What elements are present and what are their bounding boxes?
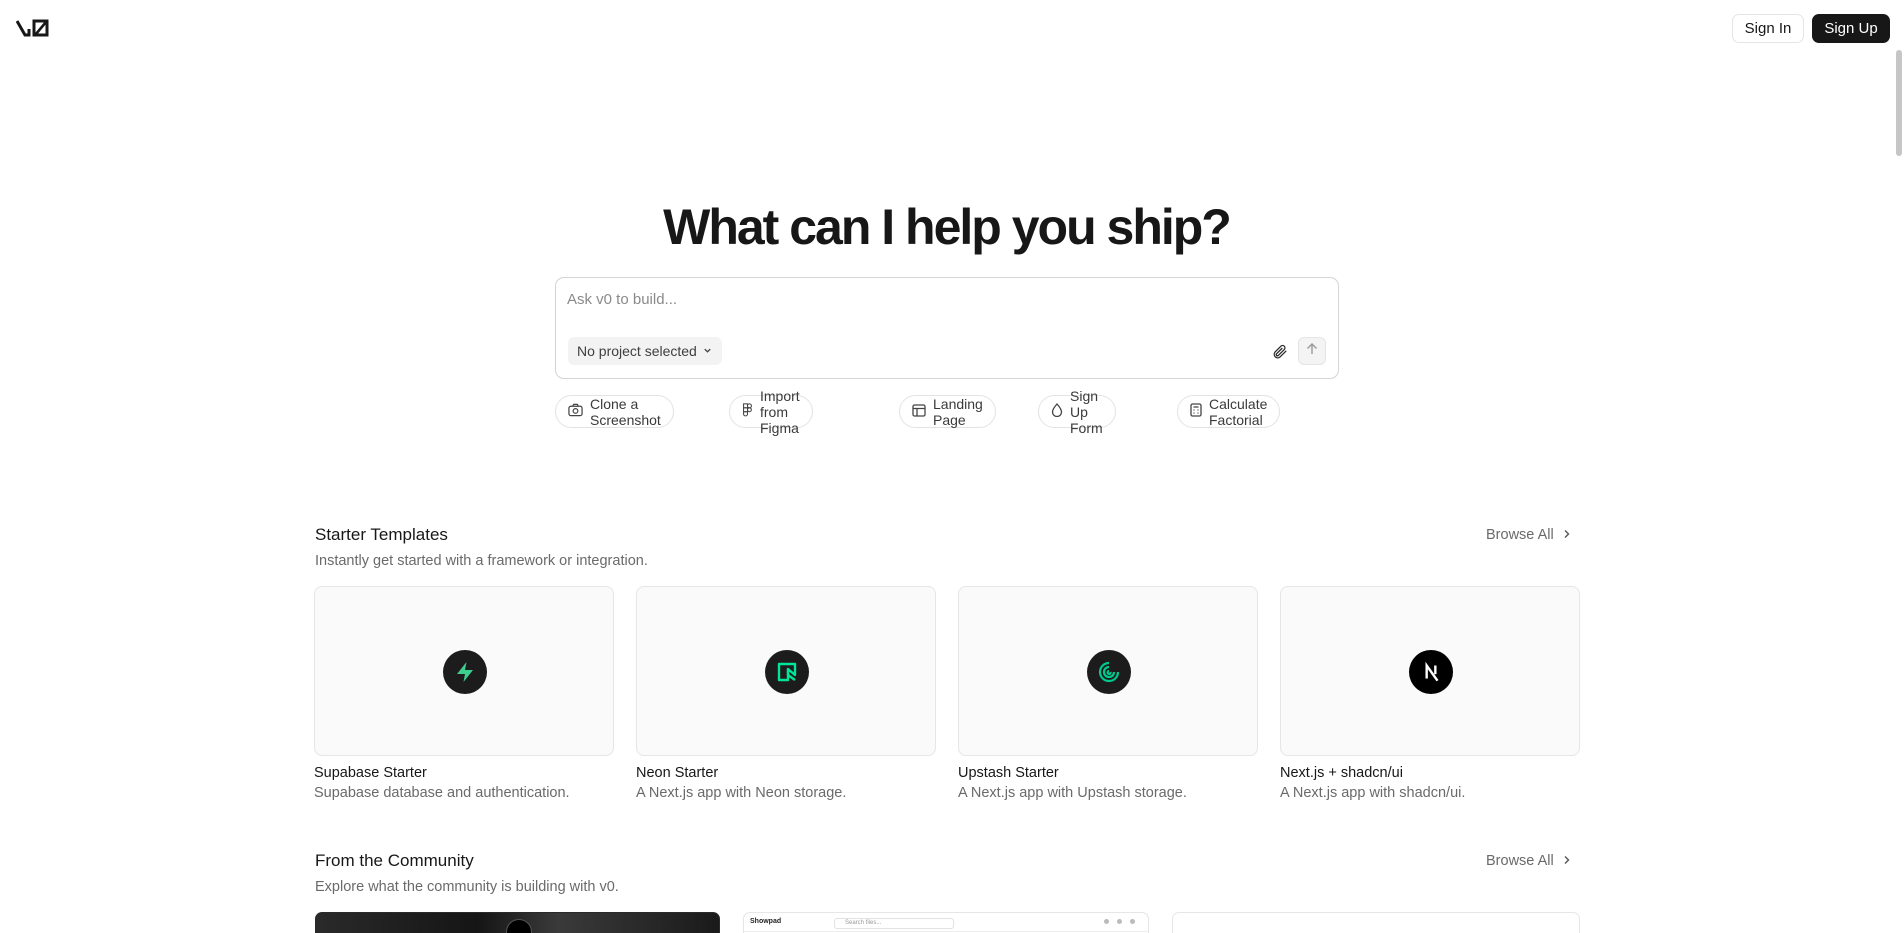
droplet-icon xyxy=(1051,403,1063,420)
chevron-right-icon xyxy=(1562,527,1571,543)
template-desc: A Next.js app with Upstash storage. xyxy=(958,785,1187,801)
preview-search: Search files... xyxy=(834,918,954,929)
chevron-down-icon xyxy=(702,343,713,359)
section-title-community: From the Community xyxy=(315,851,474,870)
section-title-starter: Starter Templates xyxy=(315,525,448,544)
top-navbar: Sign In Sign Up xyxy=(0,0,1904,56)
template-desc: A Next.js app with shadcn/ui. xyxy=(1280,785,1466,801)
chip-label: Calculate Factorial xyxy=(1209,395,1268,428)
community-card-preview[interactable]: Showpad Search files... xyxy=(743,912,1149,933)
browse-all-label: Browse All xyxy=(1486,527,1554,543)
preview-toolbar-icons xyxy=(1104,919,1135,924)
community-card-preview[interactable] xyxy=(315,912,720,933)
arrow-up-icon xyxy=(1305,342,1319,361)
template-card-upstash[interactable] xyxy=(958,586,1258,756)
sign-up-button[interactable]: Sign Up xyxy=(1812,14,1890,43)
preview-app-name: Showpad xyxy=(750,918,782,925)
neon-icon xyxy=(765,650,809,694)
browse-all-starter-link[interactable]: Browse All xyxy=(1486,527,1571,543)
figma-icon xyxy=(742,403,753,420)
upstash-icon xyxy=(1087,650,1131,694)
chip-calculate-factorial[interactable]: Calculate Factorial xyxy=(1177,395,1281,428)
avatar xyxy=(506,919,532,933)
sign-in-button[interactable]: Sign In xyxy=(1732,14,1804,43)
project-select-dropdown[interactable]: No project selected xyxy=(568,337,722,365)
camera-icon xyxy=(568,403,583,420)
layout-icon xyxy=(912,403,926,420)
chip-label: Import from Figma xyxy=(760,387,800,436)
browse-all-label: Browse All xyxy=(1486,853,1554,869)
chip-import-figma[interactable]: Import from Figma xyxy=(729,388,813,436)
section-subtitle-community: Explore what the community is building w… xyxy=(315,879,619,895)
chip-clone-screenshot[interactable]: Clone a Screenshot xyxy=(555,395,674,428)
prompt-input[interactable] xyxy=(567,288,1267,310)
project-select-label: No project selected xyxy=(577,343,697,359)
template-card-nextjs[interactable] xyxy=(1280,586,1580,756)
page-scrollbar-thumb[interactable] xyxy=(1896,50,1902,156)
template-name[interactable]: Supabase Starter xyxy=(314,765,427,781)
supabase-icon xyxy=(443,650,487,694)
chip-sign-up-form[interactable]: Sign Up Form xyxy=(1038,388,1116,436)
prompt-box: No project selected xyxy=(555,277,1339,379)
nextjs-icon xyxy=(1409,650,1453,694)
template-card-neon[interactable] xyxy=(636,586,936,756)
chevron-right-icon xyxy=(1562,853,1571,869)
chip-label: Clone a Screenshot xyxy=(590,395,661,428)
community-card-preview[interactable] xyxy=(1172,912,1580,933)
calculator-icon xyxy=(1190,403,1202,420)
template-card-supabase[interactable] xyxy=(314,586,614,756)
divider xyxy=(744,931,1148,932)
chip-label: Sign Up Form xyxy=(1070,387,1103,436)
template-desc: Supabase database and authentication. xyxy=(314,785,570,801)
template-name[interactable]: Next.js + shadcn/ui xyxy=(1280,765,1403,781)
template-desc: A Next.js app with Neon storage. xyxy=(636,785,847,801)
template-name[interactable]: Upstash Starter xyxy=(958,765,1059,781)
browse-all-community-link[interactable]: Browse All xyxy=(1486,853,1571,869)
template-name[interactable]: Neon Starter xyxy=(636,765,718,781)
chip-label: Landing Page xyxy=(933,395,983,428)
send-button[interactable] xyxy=(1298,337,1326,365)
paperclip-icon[interactable] xyxy=(1266,338,1292,364)
chip-landing-page[interactable]: Landing Page xyxy=(899,395,996,428)
hero-title: What can I help you ship? xyxy=(663,199,1232,255)
section-subtitle-starter: Instantly get started with a framework o… xyxy=(315,553,648,569)
v0-logo-icon[interactable] xyxy=(15,19,50,37)
